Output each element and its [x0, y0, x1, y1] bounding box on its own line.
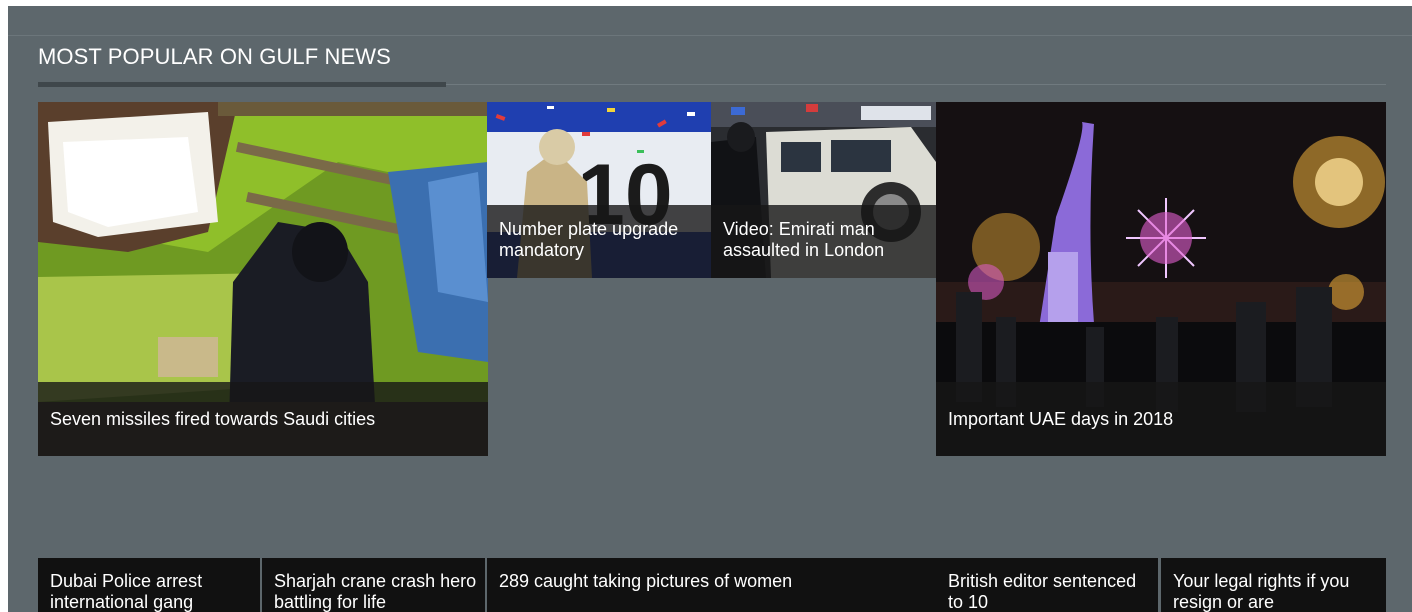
headline-text: 289 caught taking pictures of women [499, 571, 793, 591]
story-tile-london-assault[interactable]: Video: Emirati man assaulted in London [711, 102, 936, 278]
story-tile-number-plate[interactable]: 10 Number plate upgrade mandatory [487, 102, 712, 278]
headline-legal-rights[interactable]: Your legal rights if you resign or are [1161, 558, 1386, 612]
headline-text: Sharjah crane crash hero battling for li… [274, 571, 477, 612]
story-caption: Important UAE days in 2018 [948, 408, 1174, 429]
headline-police-gang[interactable]: Dubai Police arrest international gang [38, 558, 260, 612]
most-popular-section: MOST POPULAR ON GULF NEWS Seven missiles… [8, 6, 1412, 612]
story-tile-uae-days[interactable]: Important UAE days in 2018 [936, 102, 1386, 456]
headline-text: Dubai Police arrest international gang [50, 571, 203, 612]
story-tile-missiles[interactable]: Seven missiles fired towards Saudi citie… [38, 102, 488, 456]
story-caption: Video: Emirati man assaulted in London [723, 219, 885, 260]
top-divider [8, 35, 1412, 36]
headline-text: British editor sentenced to 10 [948, 571, 1137, 612]
headline-british-editor[interactable]: British editor sentenced to 10 [936, 558, 1158, 612]
section-title: MOST POPULAR ON GULF NEWS [38, 44, 391, 69]
story-caption: Seven missiles fired towards Saudi citie… [50, 408, 376, 429]
title-underline [38, 82, 446, 87]
headline-pictures-women[interactable]: 289 caught taking pictures of women [487, 558, 936, 612]
headline-text: Your legal rights if you resign or are [1173, 571, 1350, 612]
headline-crane-hero[interactable]: Sharjah crane crash hero battling for li… [262, 558, 485, 612]
story-caption: Number plate upgrade mandatory [499, 219, 679, 260]
